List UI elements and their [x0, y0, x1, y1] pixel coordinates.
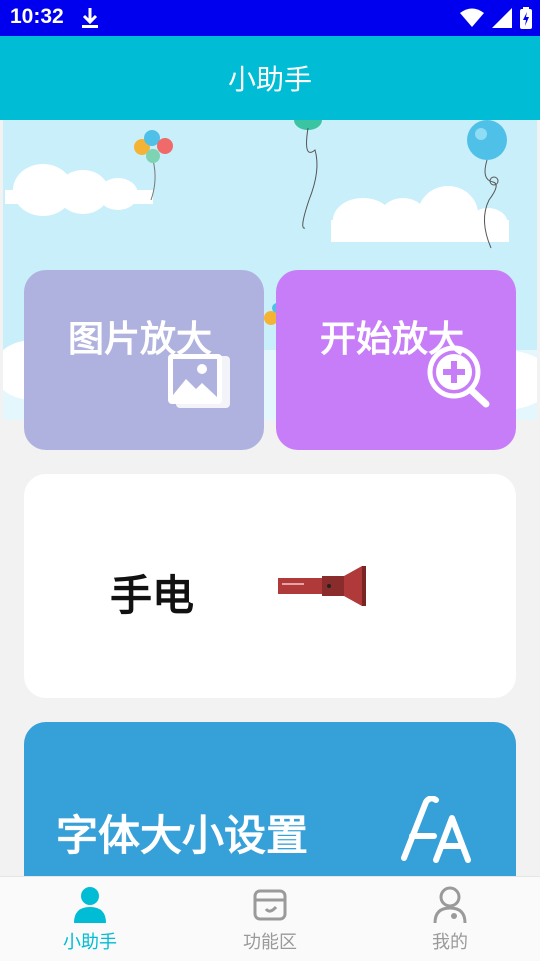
bottom-navigation: 小助手 功能区 我的 — [0, 876, 540, 961]
font-size-icon — [401, 796, 471, 863]
battery-icon — [520, 7, 532, 29]
user-filled-icon — [74, 887, 106, 923]
nav-label-assistant: 小助手 — [63, 932, 117, 952]
nav-label-mine: 我的 — [432, 932, 468, 952]
nav-label-functions: 功能区 — [243, 932, 297, 952]
user-outline-icon — [433, 886, 467, 924]
font-size-label: 字体大小设置 — [56, 811, 309, 860]
page-title: 小助手 — [227, 64, 312, 95]
status-time: 10:32 — [10, 5, 64, 28]
zoom-in-icon — [427, 345, 490, 408]
nav-item-mine[interactable]: 我的 — [360, 877, 540, 961]
flashlight-label: 手电 — [110, 571, 195, 620]
flashlight-card[interactable]: 手电 — [24, 474, 516, 698]
wallet-icon — [253, 889, 287, 921]
image-zoom-card[interactable]: 图片放大 — [24, 270, 264, 450]
image-icon — [168, 354, 230, 408]
status-icons — [460, 7, 532, 29]
start-zoom-card[interactable]: 开始放大 — [276, 270, 516, 450]
signal-icon — [492, 8, 512, 28]
app-bar: 小助手 — [0, 36, 540, 120]
nav-item-assistant[interactable]: 小助手 — [0, 877, 180, 961]
status-bar: 10:32 — [0, 0, 540, 36]
flashlight-icon — [278, 566, 366, 606]
wifi-icon — [460, 8, 484, 27]
nav-item-functions[interactable]: 功能区 — [180, 877, 360, 961]
download-icon — [82, 8, 98, 28]
